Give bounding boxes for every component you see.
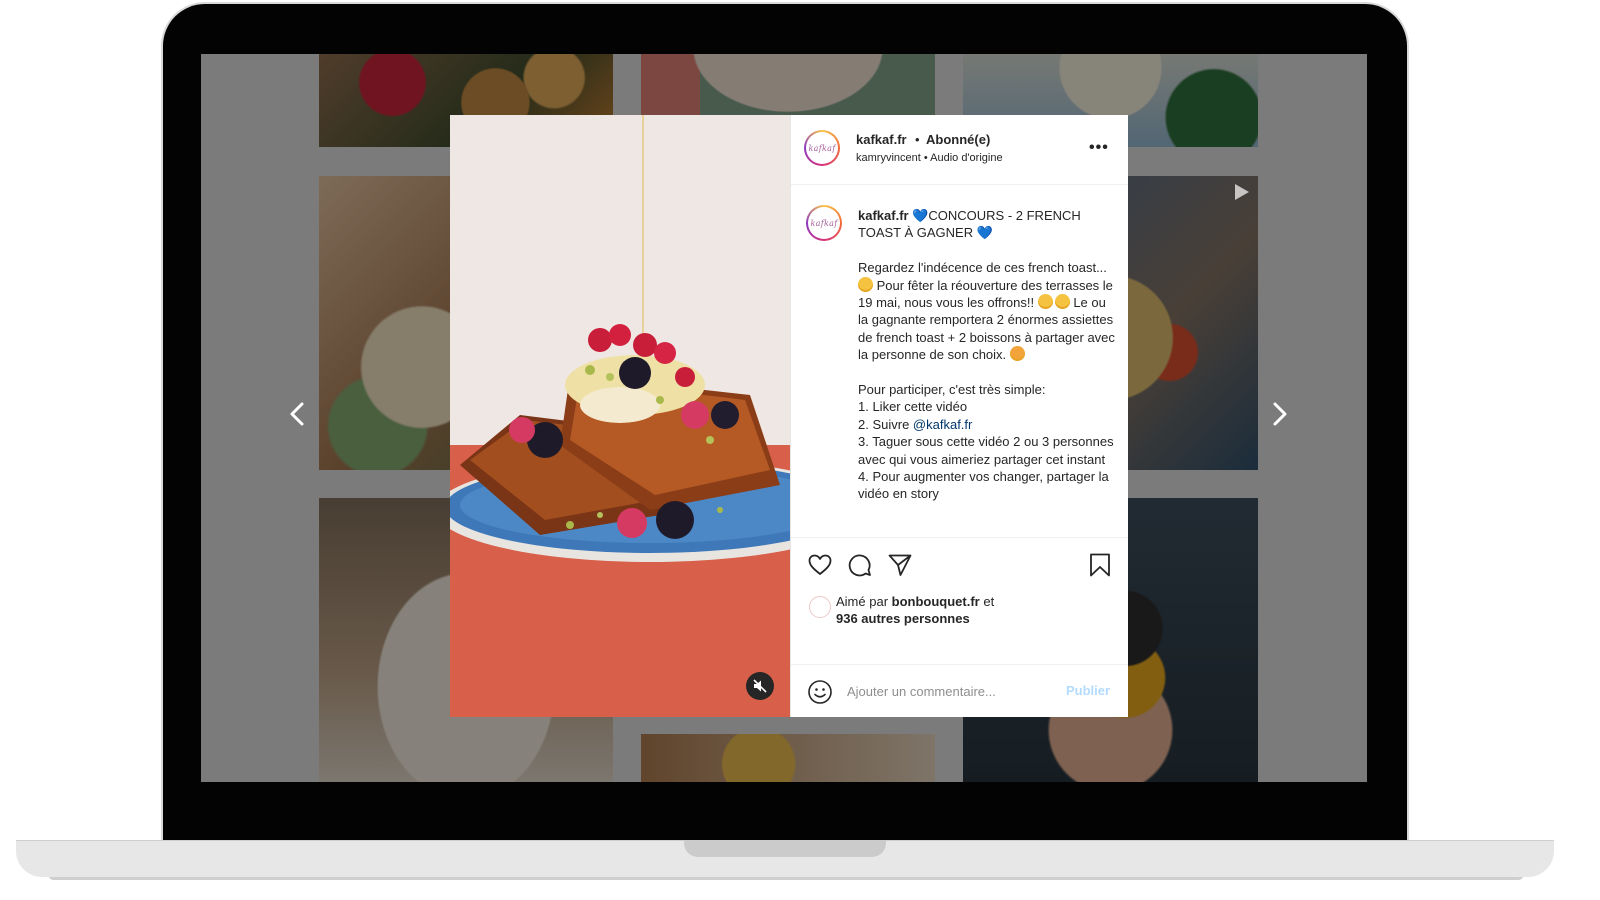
post-header: kafkaf kafkaf.fr • Abonné(e) kamryvincen… bbox=[791, 115, 1128, 185]
comment-input[interactable] bbox=[847, 681, 1047, 701]
yum-emoji-icon bbox=[1037, 294, 1053, 310]
follow-button[interactable]: Abonné(e) bbox=[926, 132, 990, 147]
chevron-left-icon bbox=[290, 402, 304, 426]
laptop-notch bbox=[684, 840, 886, 857]
separator-dot: • bbox=[915, 132, 920, 147]
username-link[interactable]: kafkaf.fr bbox=[856, 132, 907, 147]
publish-button[interactable]: Publier bbox=[1066, 683, 1110, 698]
avatar-logo: kafkaf bbox=[810, 218, 838, 228]
blue-heart-emoji: 💙 bbox=[976, 225, 993, 241]
yum-emoji-icon bbox=[1054, 294, 1070, 310]
caption-line: Pour participer, c'est très simple: bbox=[858, 382, 1046, 398]
bookmark-icon bbox=[1090, 553, 1110, 577]
caption-line: 3. Taguer sous cette vidéo 2 ou 3 person… bbox=[858, 434, 1114, 467]
caption-line: 1. Liker cette vidéo bbox=[858, 399, 968, 415]
caption-line: 2. Suivre bbox=[858, 416, 913, 432]
post-caption: kafkaf.fr 💙CONCOURS - 2 FRENCH TOAST À G… bbox=[858, 207, 1116, 503]
heart-icon bbox=[808, 554, 832, 575]
mute-icon bbox=[753, 679, 767, 693]
liker-username-link[interactable]: bonbouquet.fr bbox=[892, 594, 980, 609]
mention-link[interactable]: @kafkaf.fr bbox=[913, 417, 972, 432]
mute-button[interactable] bbox=[746, 672, 774, 700]
comment-button[interactable] bbox=[847, 552, 873, 578]
french-toast-image bbox=[450, 115, 790, 717]
caption-line: 4. Pour augmenter vos changer, partager … bbox=[858, 469, 1109, 502]
grid-post-thumbnail[interactable] bbox=[641, 734, 935, 782]
share-icon bbox=[888, 554, 912, 576]
comment-icon bbox=[848, 554, 871, 577]
comment-bar: Publier bbox=[791, 664, 1128, 718]
save-button[interactable] bbox=[1087, 552, 1113, 578]
avatar[interactable]: kafkaf bbox=[804, 130, 840, 166]
blue-heart-emoji: 💙 bbox=[912, 208, 929, 223]
post-details-panel: kafkaf kafkaf.fr • Abonné(e) kamryvincen… bbox=[790, 115, 1128, 717]
more-icon[interactable]: ••• bbox=[1089, 139, 1109, 157]
chevron-right-icon bbox=[1273, 402, 1287, 426]
heart-eyes-emoji-icon bbox=[1009, 346, 1025, 362]
post-modal: kafkaf kafkaf.fr • Abonné(e) kamryvincen… bbox=[450, 115, 1128, 717]
post-video[interactable] bbox=[450, 115, 790, 717]
emoji-icon bbox=[808, 680, 832, 704]
avatar-inner: kafkaf bbox=[808, 207, 840, 239]
post-actions: Aimé par bonbouquet.fr et 936 autres per… bbox=[791, 537, 1128, 665]
likes-count-link[interactable]: 936 autres personnes bbox=[836, 611, 970, 626]
avatar[interactable]: kafkaf bbox=[806, 205, 842, 241]
next-post-button[interactable] bbox=[1264, 399, 1294, 429]
emoji-button[interactable] bbox=[807, 679, 833, 705]
previous-post-button[interactable] bbox=[283, 399, 313, 429]
caption-username[interactable]: kafkaf.fr bbox=[858, 208, 909, 223]
likes-summary: Aimé par bonbouquet.fr et 936 autres per… bbox=[836, 593, 1116, 628]
likes-middle: et bbox=[979, 594, 995, 609]
caption-text: Regardez l'indécence de ces french toast… bbox=[858, 260, 1107, 276]
share-button[interactable] bbox=[887, 552, 913, 578]
like-button[interactable] bbox=[807, 552, 833, 578]
likes-prefix: Aimé par bbox=[836, 594, 892, 609]
play-icon bbox=[1235, 184, 1249, 200]
liker-avatar[interactable] bbox=[809, 596, 831, 618]
smirk-emoji-icon bbox=[858, 276, 873, 292]
audio-subtitle[interactable]: kamryvincent • Audio d'origine bbox=[856, 152, 1003, 164]
avatar-logo: kafkaf bbox=[808, 143, 836, 153]
caption-area: kafkaf kafkaf.fr 💙CONCOURS - 2 FRENCH TO… bbox=[791, 185, 1128, 537]
avatar-inner: kafkaf bbox=[806, 132, 838, 164]
